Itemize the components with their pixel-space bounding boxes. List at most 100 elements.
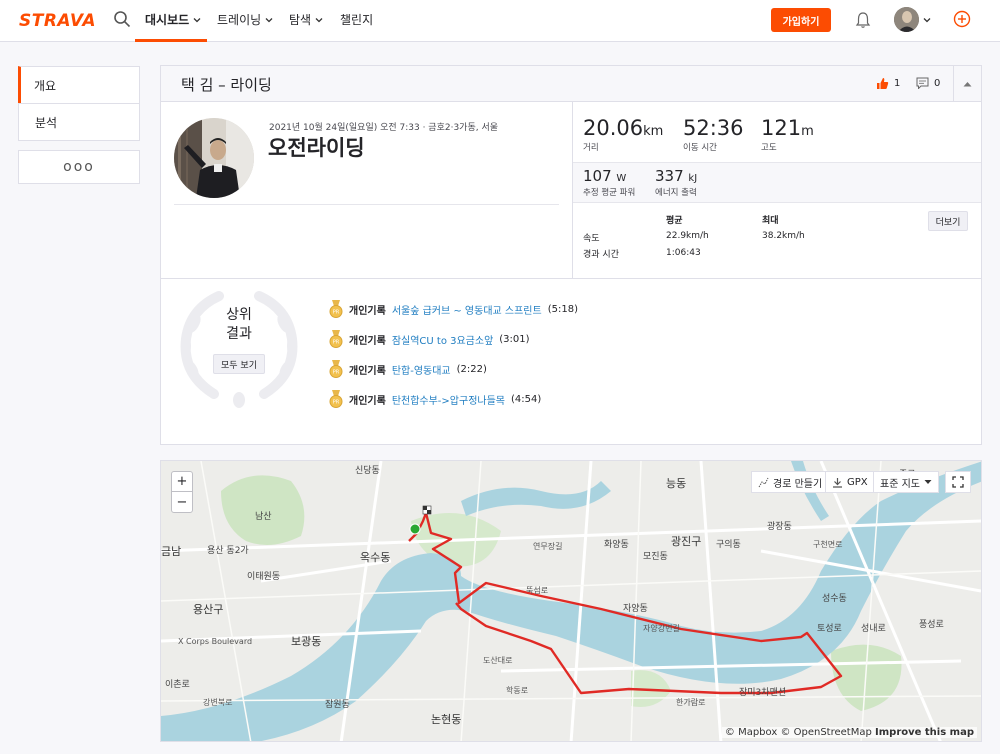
speed-label: 속도 <box>583 234 600 244</box>
avatar-image <box>894 7 919 32</box>
map-label: 능동 <box>666 477 687 490</box>
nav-challenges-label: 챌린지 <box>340 13 374 27</box>
nav-dashboard[interactable]: 대시보드 <box>145 11 201 28</box>
segment-link[interactable]: 탄합-영동대교 <box>392 362 451 377</box>
stat-label: 고도 <box>761 143 777 153</box>
map-canvas[interactable] <box>161 461 982 742</box>
stat-moving-time: 52:36 이동 시간 <box>683 116 744 153</box>
gpx-label: GPX <box>847 476 868 488</box>
divider <box>161 278 981 279</box>
map-attribution: © Mapbox © OpenStreetMap Improve this ma… <box>721 727 977 738</box>
nav-dashboard-label: 대시보드 <box>145 13 190 27</box>
more-stats-button[interactable]: 더보기 <box>928 211 968 231</box>
kudos-count: 1 <box>894 78 901 89</box>
stat-label: 추정 평균 파워 <box>583 188 636 198</box>
segment-link[interactable]: 잠실역CU to 3요금소앞 <box>392 332 493 347</box>
nav-training[interactable]: 트레이닝 <box>217 11 273 28</box>
map-label: 논현동 <box>431 713 462 726</box>
map-label: 구천면로 <box>813 540 843 549</box>
sidebar-more-button[interactable]: ooo <box>18 150 140 184</box>
stat-power: 107 W 추정 평균 파워 <box>583 167 635 198</box>
kudos-button[interactable]: 1 <box>876 77 900 90</box>
view-all-button[interactable]: 모두 보기 <box>213 354 265 374</box>
map-label: 장미3차맨션 <box>739 688 787 698</box>
sidebar-tab-analysis[interactable]: 분석 <box>18 103 140 141</box>
stat-unit: W <box>616 173 627 184</box>
nav-explore[interactable]: 탐색 <box>289 11 323 28</box>
map-style-select[interactable]: 표준 지도 <box>873 471 939 493</box>
zoom-control: + − <box>171 471 193 513</box>
top-results-title-line: 결과 <box>226 326 252 342</box>
map-label: 풍성로 <box>919 620 944 630</box>
pr-item: PR 개인기록 탄합-영동대교 (2:22) <box>329 360 487 378</box>
svg-text:PR: PR <box>333 400 340 406</box>
nav-explore-label: 탐색 <box>289 13 312 27</box>
segment-link[interactable]: 서울숲 급커브 ~ 영동대교 스프린트 <box>392 302 542 317</box>
map-label: 잠원동 <box>325 700 350 710</box>
map-label: 보광동 <box>291 635 322 648</box>
map-label: 도산대로 <box>483 656 513 665</box>
download-icon <box>833 477 842 488</box>
chevron-down-icon[interactable] <box>923 16 931 24</box>
laurel-wreath-icon <box>180 291 298 408</box>
comment-count: 0 <box>934 77 941 89</box>
divider <box>174 204 559 205</box>
comment-icon <box>916 77 929 89</box>
map-label: 학동로 <box>506 686 529 695</box>
stat-value: 337 <box>655 167 684 185</box>
gpx-download-button[interactable]: GPX <box>825 471 875 493</box>
collapse-button[interactable] <box>953 66 981 102</box>
map-label: 광장동 <box>767 522 792 532</box>
map-label: 용산 동2가 <box>207 546 249 556</box>
attribution-osm[interactable]: © OpenStreetMap <box>780 727 871 738</box>
speed-max: 38.2km/h <box>762 231 805 241</box>
map-label: 용산구 <box>193 603 224 616</box>
map-label: 성수동 <box>822 594 847 604</box>
segment-link[interactable]: 탄천합수부->압구정나들목 <box>392 392 505 407</box>
stat-label: 이동 시간 <box>683 143 717 153</box>
route-builder-button[interactable]: 경로 만들기 <box>751 471 830 493</box>
pr-kind: 개인기록 <box>349 335 386 347</box>
strava-logo[interactable]: STRAVA <box>19 11 96 31</box>
nav-challenges[interactable]: 챌린지 <box>340 11 373 28</box>
map-label: 뚝섬로 <box>526 586 549 595</box>
map-label: 이촌로 <box>165 680 190 690</box>
route-icon <box>758 477 769 487</box>
sidebar-tab-label: 개요 <box>34 78 57 93</box>
improve-map-link[interactable]: Improve this map <box>875 727 974 738</box>
stat-value: 121 <box>761 116 802 140</box>
svg-text:PR: PR <box>333 370 340 376</box>
map-label: 이태원동 <box>247 572 281 582</box>
top-results-title: 상위 결과 <box>211 306 267 344</box>
more-dots-icon: ooo <box>63 159 95 175</box>
route-map[interactable]: 신당동 능동 중곡 남산 금남 광진구 화양동 구의동 광장동 모진동 구천면로… <box>160 460 982 742</box>
bell-icon[interactable] <box>855 11 871 29</box>
sidebar-tab-overview[interactable]: 개요 <box>18 66 140 104</box>
add-icon[interactable] <box>953 10 971 28</box>
athlete-avatar[interactable] <box>174 118 254 198</box>
svg-text:PR: PR <box>333 310 340 316</box>
top-navigation: STRAVA 대시보드 트레이닝 탐색 챌린지 가입하기 <box>0 0 1000 42</box>
search-icon[interactable] <box>113 10 131 28</box>
map-label: 연무장길 <box>533 542 563 551</box>
stat-distance: 20.06km 거리 <box>583 116 663 153</box>
zoom-out-button[interactable]: − <box>172 492 192 512</box>
map-label: 모진동 <box>643 552 668 562</box>
map-label: 화양동 <box>604 540 629 550</box>
comments-button[interactable]: 0 <box>916 77 940 89</box>
pr-kind: 개인기록 <box>349 395 386 407</box>
fullscreen-button[interactable] <box>945 471 971 493</box>
nav-active-indicator <box>135 39 207 42</box>
attribution-mapbox[interactable]: © Mapbox <box>725 727 777 738</box>
user-avatar[interactable] <box>894 7 919 32</box>
pr-item: PR 개인기록 탄천합수부->압구정나들목 (4:54) <box>329 390 541 408</box>
signup-button[interactable]: 가입하기 <box>771 8 831 32</box>
caret-down-icon <box>924 480 932 484</box>
pr-medal-icon: PR <box>329 360 343 378</box>
pr-medal-icon: PR <box>329 300 343 318</box>
zoom-in-button[interactable]: + <box>172 472 192 492</box>
elapsed-label: 경과 시간 <box>583 250 619 260</box>
stat-elevation: 121m 고도 <box>761 116 814 153</box>
map-label: 광진구 <box>671 535 702 548</box>
map-label: X Corps Boulevard <box>178 637 253 646</box>
